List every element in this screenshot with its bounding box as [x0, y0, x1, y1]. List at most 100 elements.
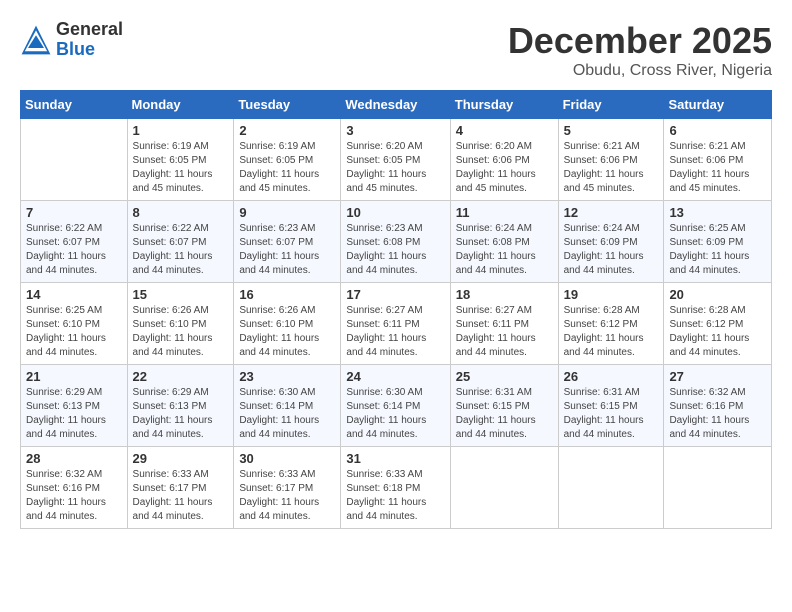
calendar-cell: 13Sunrise: 6:25 AMSunset: 6:09 PMDayligh…: [664, 201, 772, 283]
cell-info: Sunrise: 6:31 AMSunset: 6:15 PMDaylight:…: [564, 386, 659, 442]
weekday-header: Sunday: [21, 91, 128, 119]
day-number: 18: [456, 287, 553, 302]
cell-info: Sunrise: 6:20 AMSunset: 6:05 PMDaylight:…: [346, 140, 444, 196]
cell-info: Sunrise: 6:33 AMSunset: 6:17 PMDaylight:…: [239, 468, 335, 524]
calendar-cell: 11 Sunrise: 6:24 AMSunset: 6:08 PMDayligh…: [450, 201, 558, 283]
logo-text: General Blue: [56, 20, 123, 60]
day-number: 22: [133, 369, 229, 384]
cell-info: Sunrise: 6:22 AMSunset: 6:07 PMDaylight:…: [26, 222, 122, 278]
day-number: 12: [564, 205, 659, 220]
weekday-header: Monday: [127, 91, 234, 119]
location-label: Obudu, Cross River, Nigeria: [508, 62, 772, 80]
day-number: 25: [456, 369, 553, 384]
calendar-cell: 8 Sunrise: 6:22 AMSunset: 6:07 PMDaylight…: [127, 201, 234, 283]
calendar-table: SundayMondayTuesdayWednesdayThursdayFrid…: [20, 90, 772, 529]
day-number: 8: [133, 205, 229, 220]
calendar-cell: 31 Sunrise: 6:33 AMSunset: 6:18 PMDayligh…: [341, 447, 450, 529]
day-number: 2: [239, 123, 335, 138]
day-number: 5: [564, 123, 659, 138]
day-number: 26: [564, 369, 659, 384]
calendar-cell: 18 Sunrise: 6:27 AMSunset: 6:11 PMDayligh…: [450, 283, 558, 365]
logo-icon: [20, 24, 52, 56]
day-number: 29: [133, 451, 229, 466]
cell-info: Sunrise: 6:33 AMSunset: 6:17 PMDaylight:…: [133, 468, 229, 524]
calendar-header-row: SundayMondayTuesdayWednesdayThursdayFrid…: [21, 91, 772, 119]
calendar-cell: 26 Sunrise: 6:31 AMSunset: 6:15 PMDayligh…: [558, 365, 664, 447]
cell-info: Sunrise: 6:23 AMSunset: 6:07 PMDaylight:…: [239, 222, 335, 278]
cell-info: Sunrise: 6:24 AMSunset: 6:09 PMDaylight:…: [564, 222, 659, 278]
day-number: 21: [26, 369, 122, 384]
cell-info: Sunrise: 6:19 AMSunset: 6:05 PMDaylight:…: [133, 140, 229, 196]
calendar-cell: 25 Sunrise: 6:31 AMSunset: 6:15 PMDayligh…: [450, 365, 558, 447]
title-block: December 2025 Obudu, Cross River, Nigeri…: [508, 20, 772, 80]
day-number: 16: [239, 287, 335, 302]
day-number: 24: [346, 369, 444, 384]
day-number: 3: [346, 123, 444, 138]
calendar-cell: 23Sunrise: 6:30 AMSunset: 6:14 PMDayligh…: [234, 365, 341, 447]
day-number: 31: [346, 451, 444, 466]
calendar-cell: 16 Sunrise: 6:26 AMSunset: 6:10 PMDayligh…: [234, 283, 341, 365]
day-number: 7: [26, 205, 122, 220]
cell-info: Sunrise: 6:30 AMSunset: 6:14 PMDaylight:…: [346, 386, 444, 442]
cell-info: Sunrise: 6:20 AMSunset: 6:06 PMDaylight:…: [456, 140, 553, 196]
cell-info: Sunrise: 6:28 AMSunset: 6:12 PMDaylight:…: [564, 304, 659, 360]
calendar-cell: 21 Sunrise: 6:29 AMSunset: 6:13 PMDayligh…: [21, 365, 128, 447]
day-number: 20: [669, 287, 766, 302]
cell-info: Sunrise: 6:31 AMSunset: 6:15 PMDaylight:…: [456, 386, 553, 442]
page-header: General Blue December 2025 Obudu, Cross …: [20, 20, 772, 80]
calendar-cell: 15Sunrise: 6:26 AMSunset: 6:10 PMDayligh…: [127, 283, 234, 365]
cell-info: Sunrise: 6:28 AMSunset: 6:12 PMDaylight:…: [669, 304, 766, 360]
calendar-row: 14 Sunrise: 6:25 AMSunset: 6:10 PMDayligh…: [21, 283, 772, 365]
weekday-header: Saturday: [664, 91, 772, 119]
calendar-cell: 14 Sunrise: 6:25 AMSunset: 6:10 PMDayligh…: [21, 283, 128, 365]
day-number: 14: [26, 287, 122, 302]
calendar-cell: 20 Sunrise: 6:28 AMSunset: 6:12 PMDayligh…: [664, 283, 772, 365]
calendar-cell: [450, 447, 558, 529]
day-number: 10: [346, 205, 444, 220]
calendar-cell: 30 Sunrise: 6:33 AMSunset: 6:17 PMDayligh…: [234, 447, 341, 529]
cell-info: Sunrise: 6:33 AMSunset: 6:18 PMDaylight:…: [346, 468, 444, 524]
cell-info: Sunrise: 6:27 AMSunset: 6:11 PMDaylight:…: [456, 304, 553, 360]
calendar-cell: 3 Sunrise: 6:20 AMSunset: 6:05 PMDaylight…: [341, 119, 450, 201]
day-number: 11: [456, 205, 553, 220]
day-number: 17: [346, 287, 444, 302]
calendar-row: 28 Sunrise: 6:32 AMSunset: 6:16 PMDayligh…: [21, 447, 772, 529]
calendar-cell: 17Sunrise: 6:27 AMSunset: 6:11 PMDayligh…: [341, 283, 450, 365]
day-number: 13: [669, 205, 766, 220]
calendar-cell: 27 Sunrise: 6:32 AMSunset: 6:16 PMDayligh…: [664, 365, 772, 447]
day-number: 23: [239, 369, 335, 384]
cell-info: Sunrise: 6:26 AMSunset: 6:10 PMDaylight:…: [239, 304, 335, 360]
calendar-cell: [558, 447, 664, 529]
weekday-header: Thursday: [450, 91, 558, 119]
calendar-cell: 4 Sunrise: 6:20 AMSunset: 6:06 PMDaylight…: [450, 119, 558, 201]
cell-info: Sunrise: 6:32 AMSunset: 6:16 PMDaylight:…: [26, 468, 122, 524]
cell-info: Sunrise: 6:21 AMSunset: 6:06 PMDaylight:…: [564, 140, 659, 196]
day-number: 30: [239, 451, 335, 466]
cell-info: Sunrise: 6:25 AMSunset: 6:10 PMDaylight:…: [26, 304, 122, 360]
calendar-row: 21 Sunrise: 6:29 AMSunset: 6:13 PMDayligh…: [21, 365, 772, 447]
calendar-cell: 29 Sunrise: 6:33 AMSunset: 6:17 PMDayligh…: [127, 447, 234, 529]
calendar-cell: 12 Sunrise: 6:24 AMSunset: 6:09 PMDayligh…: [558, 201, 664, 283]
calendar-row: 7 Sunrise: 6:22 AMSunset: 6:07 PMDaylight…: [21, 201, 772, 283]
calendar-row: 1Sunrise: 6:19 AMSunset: 6:05 PMDaylight…: [21, 119, 772, 201]
calendar-cell: 22 Sunrise: 6:29 AMSunset: 6:13 PMDayligh…: [127, 365, 234, 447]
logo-blue-label: Blue: [56, 40, 123, 60]
cell-info: Sunrise: 6:29 AMSunset: 6:13 PMDaylight:…: [133, 386, 229, 442]
calendar-cell: 24 Sunrise: 6:30 AMSunset: 6:14 PMDayligh…: [341, 365, 450, 447]
cell-info: Sunrise: 6:24 AMSunset: 6:08 PMDaylight:…: [456, 222, 553, 278]
calendar-cell: 6Sunrise: 6:21 AMSunset: 6:06 PMDaylight…: [664, 119, 772, 201]
weekday-header: Wednesday: [341, 91, 450, 119]
cell-info: Sunrise: 6:23 AMSunset: 6:08 PMDaylight:…: [346, 222, 444, 278]
logo-general-label: General: [56, 20, 123, 40]
day-number: 28: [26, 451, 122, 466]
day-number: 27: [669, 369, 766, 384]
cell-info: Sunrise: 6:22 AMSunset: 6:07 PMDaylight:…: [133, 222, 229, 278]
day-number: 4: [456, 123, 553, 138]
cell-info: Sunrise: 6:32 AMSunset: 6:16 PMDaylight:…: [669, 386, 766, 442]
day-number: 9: [239, 205, 335, 220]
cell-info: Sunrise: 6:29 AMSunset: 6:13 PMDaylight:…: [26, 386, 122, 442]
day-number: 15: [133, 287, 229, 302]
calendar-cell: 2Sunrise: 6:19 AMSunset: 6:05 PMDaylight…: [234, 119, 341, 201]
calendar-cell: 5 Sunrise: 6:21 AMSunset: 6:06 PMDaylight…: [558, 119, 664, 201]
calendar-cell: 7 Sunrise: 6:22 AMSunset: 6:07 PMDaylight…: [21, 201, 128, 283]
